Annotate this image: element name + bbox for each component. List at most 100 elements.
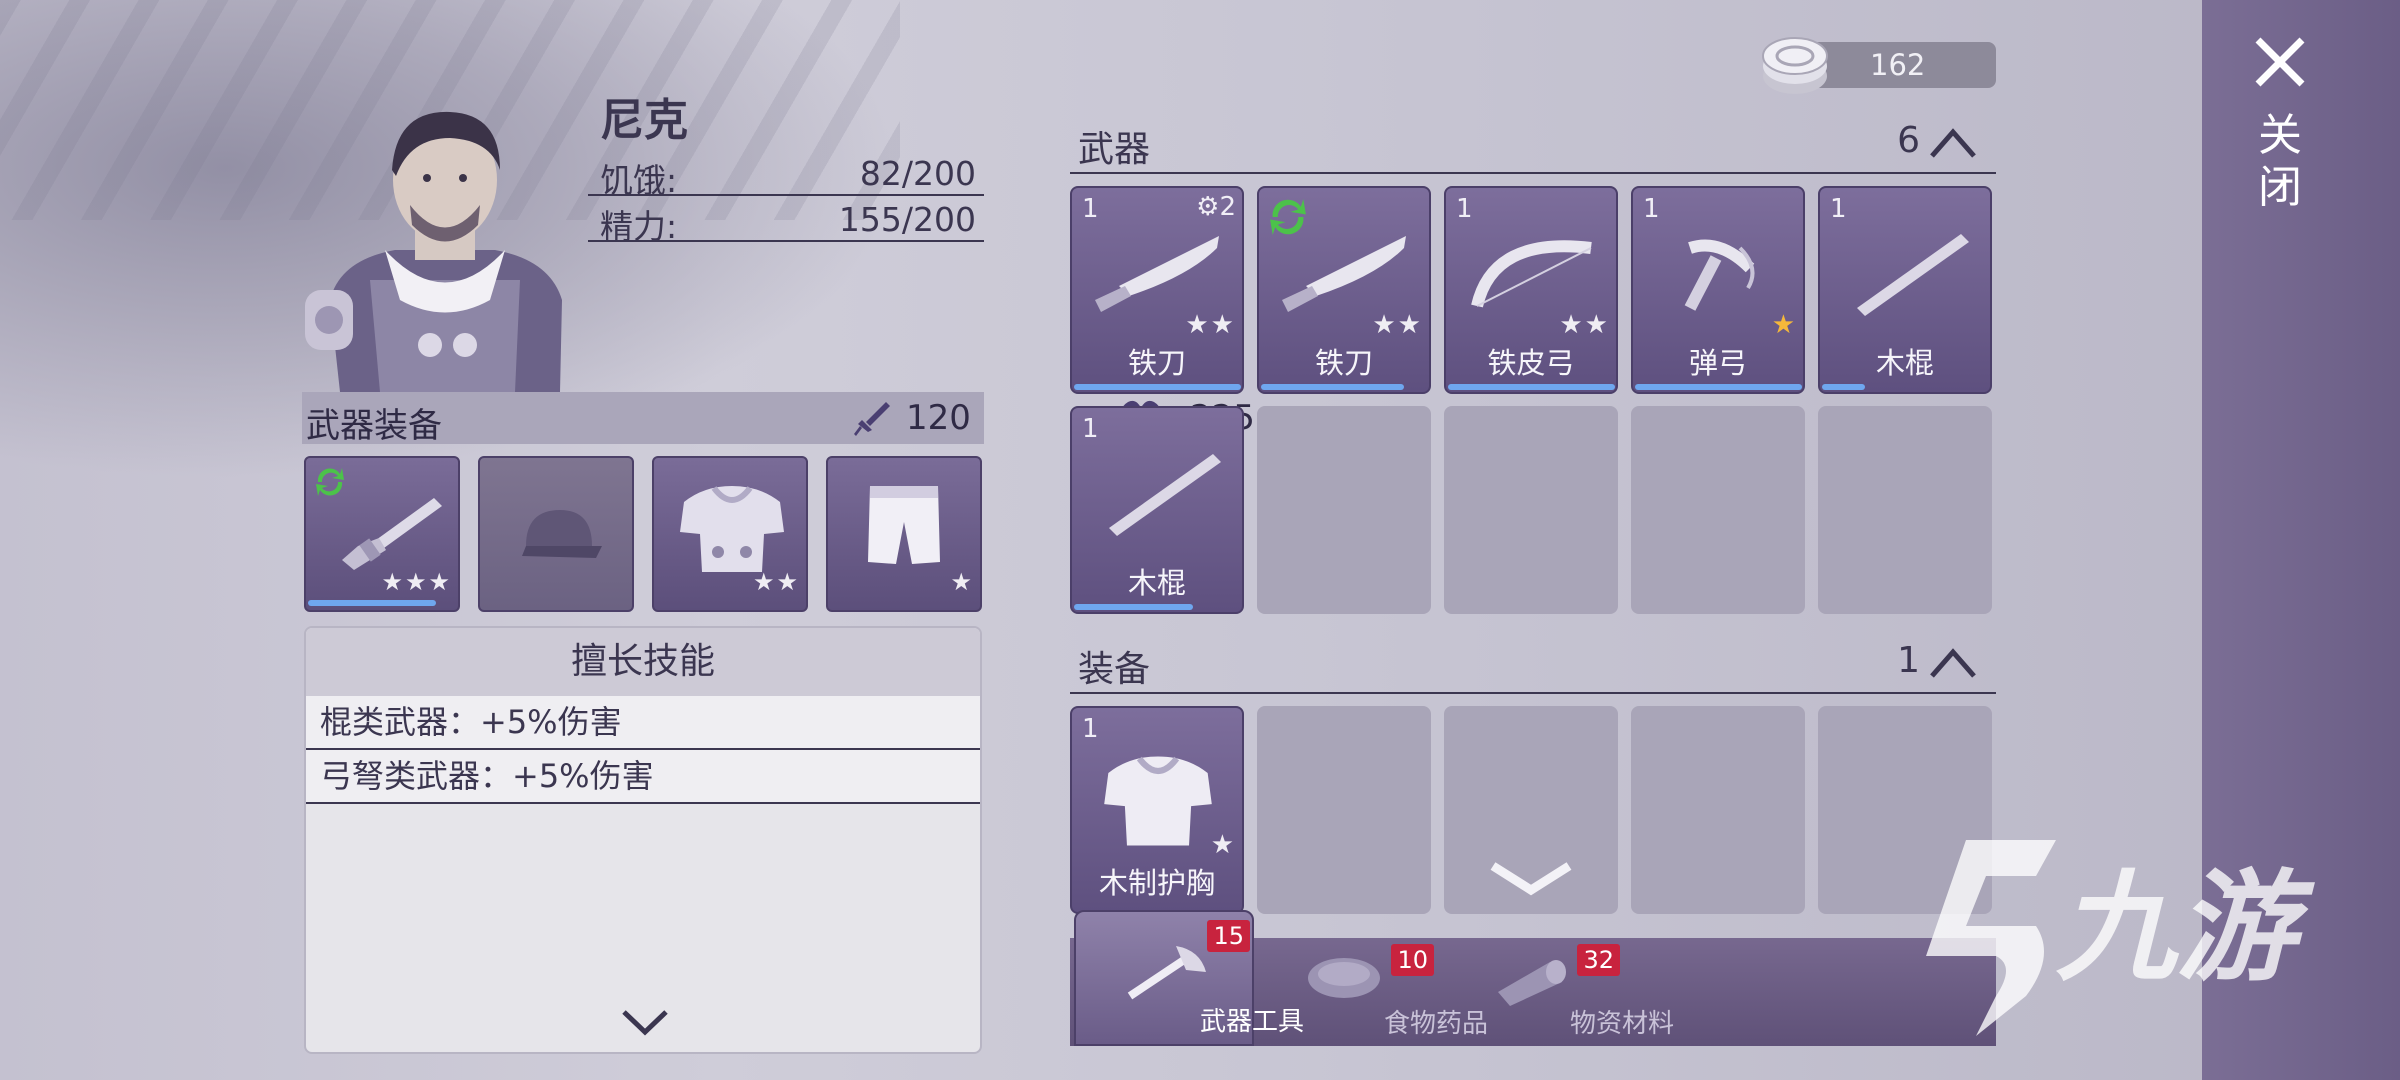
item-stars: ★★ [1559,310,1610,340]
stick-icon [1109,454,1221,536]
durability-bar [1261,384,1404,390]
tab-badge: 10 [1391,944,1434,976]
empty-slot[interactable] [1257,406,1431,614]
empty-slot[interactable] [1631,406,1805,614]
watermark-logo: 九游 [1906,830,2296,1037]
chestplate-icon [1104,756,1212,846]
gear-section-header[interactable]: 装备 1 [1070,640,1996,694]
empty-slot[interactable] [1631,706,1805,914]
slingshot-icon [1684,239,1755,311]
weapons-section-header[interactable]: 武器 6 [1070,120,1996,174]
equip-slot-body[interactable]: ★★ [652,456,808,612]
item-name: 铁皮弓 [1487,346,1575,380]
item-name: 木棍 [1127,566,1186,600]
durability-bar [308,600,436,606]
cap-icon [522,510,602,558]
tab-materials[interactable]: 32 物资材料 [1442,938,1674,1046]
coin-icon [1762,37,1828,94]
chevron-down-icon[interactable] [1489,858,1573,898]
equipment-title: 武器装备 [306,406,442,446]
knife-icon [1282,236,1406,312]
pants-icon [868,486,940,564]
item-count: 1 [1830,194,1847,224]
upgrade-gear-icon: ⚙2 [1196,192,1236,222]
bow-icon [1471,240,1592,308]
weapon-item[interactable]: 1 木棍 [1818,186,1992,394]
item-name: 弹弓 [1688,346,1747,380]
watermark-mark-icon [1926,840,2056,1037]
character-portrait [305,111,562,392]
attack-value: 120 [906,398,971,438]
durability-bar [1822,384,1865,390]
shotgun-icon [342,498,442,570]
skill-row: 棍类武器：+5%伤害 [306,696,980,750]
log-icon [1498,960,1566,1006]
hunger-stat: 饥饿: 82/200 [588,148,984,200]
weapon-item[interactable]: 1 木棍 [1070,406,1244,614]
equip-slot-weapon[interactable]: ★★★ [304,456,460,612]
durability-bar [1635,384,1802,390]
item-stars: ★ [1210,830,1236,860]
empty-slot[interactable] [1257,706,1431,914]
hunger-value: 82/200 [859,154,976,193]
axe-icon [1127,946,1206,1000]
upgrade-level: 2 [1219,192,1236,222]
chevron-down-icon[interactable] [620,1008,670,1038]
close-label[interactable]: 关闭 [2258,110,2302,214]
durability-bar [1448,384,1615,390]
gear-title: 装备 [1078,649,1151,690]
item-name: 木制护胸 [1098,866,1215,900]
energy-stat: 精力: 155/200 [588,194,984,246]
gear-count: 1 [1897,640,1920,681]
category-tab-bar: 15 武器工具 10 食物药品 32 物资材料 [1070,910,1996,1046]
tab-weapons-tools[interactable]: 15 武器工具 [1074,910,1304,1046]
weapon-item[interactable]: ★★ 铁刀 [1257,186,1431,394]
item-count: 1 [1456,194,1473,224]
skills-panel: 擅长技能 棍类武器：+5%伤害 弓弩类武器：+5%伤害 [304,626,982,1054]
durability-bar [1074,384,1241,390]
item-name: 铁刀 [1127,346,1186,380]
item-count: 1 [1082,714,1099,744]
weapon-item[interactable]: 1 ⚙2 ★★ 铁刀 [1070,186,1244,394]
weapons-count: 6 [1897,120,1920,161]
item-count: 1 [1082,414,1099,444]
equipment-header: 武器装备 120 225 [302,392,1255,446]
energy-label: 精力: [600,207,678,246]
sword-icon [854,402,890,436]
item-stars: ★★ [1185,310,1236,340]
tab-label: 物资材料 [1569,1009,1674,1039]
chevron-up-icon[interactable] [1928,126,1978,160]
empty-slot[interactable] [1818,406,1992,614]
watermark-text: 九游 [2056,859,2296,998]
gear-item[interactable]: 1 ★ 木制护胸 [1070,706,1244,914]
skill-row: 弓弩类武器：+5%伤害 [306,750,980,804]
tab-badge: 15 [1207,920,1250,952]
equip-slot-legs[interactable]: ★ [826,456,982,612]
close-icon[interactable] [2252,34,2308,90]
chevron-up-icon[interactable] [1928,646,1978,680]
item-count: 1 [1082,194,1099,224]
slot-stars: ★★ [752,568,800,596]
weapons-title: 武器 [1078,129,1151,170]
durability-bar [1074,604,1193,610]
energy-value: 155/200 [838,200,976,239]
weapon-item[interactable]: 1 ★★ 铁皮弓 [1444,186,1618,394]
item-count: 1 [1643,194,1660,224]
stick-icon [1857,234,1969,316]
weapon-item[interactable]: 1 ★ 弹弓 [1631,186,1805,394]
character-name: 尼克 [600,95,688,146]
armor-icon [680,486,784,572]
slot-stars: ★★★ [381,568,452,596]
empty-slot[interactable] [1444,406,1618,614]
item-name: 铁刀 [1314,346,1373,380]
tab-food-medicine[interactable]: 10 食物药品 [1256,938,1488,1046]
tab-badge: 32 [1577,944,1620,976]
item-stars: ★ [1771,310,1797,340]
knife-icon [1095,236,1219,312]
equip-slot-head[interactable] [478,456,634,612]
item-stars: ★★ [1372,310,1423,340]
item-name: 木棍 [1875,346,1934,380]
empty-slot[interactable] [1444,706,1618,914]
currency-amount: 162 [1870,48,1926,82]
slot-stars: ★ [950,568,974,596]
